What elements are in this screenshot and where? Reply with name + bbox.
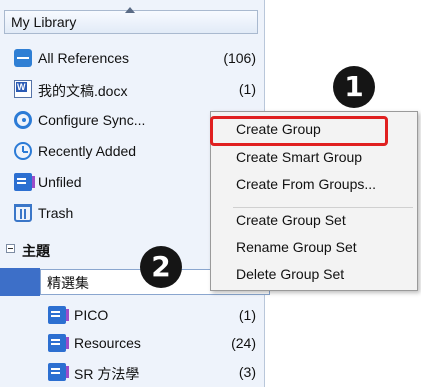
folder-icon <box>14 173 35 191</box>
sidebar-item-word-doc[interactable]: 我的文稿.docx (1) <box>0 76 264 104</box>
step-badge-one: 1 <box>333 66 375 108</box>
folder-icon <box>48 306 69 324</box>
step-badge-two: 2 <box>140 246 182 288</box>
group-item-label: PICO <box>74 307 109 323</box>
collapse-arrow-icon[interactable] <box>125 7 135 13</box>
group-set-label: 主題 <box>22 243 50 259</box>
group-item-sr[interactable]: SR 方法學 (3) <box>0 359 264 387</box>
sidebar-item-label: 我的文稿.docx <box>38 83 128 99</box>
menu-item-create-smart-group[interactable]: Create Smart Group <box>236 149 362 165</box>
group-item-resources[interactable]: Resources (24) <box>0 330 264 358</box>
sidebar-item-label: Trash <box>38 205 74 221</box>
word-doc-icon <box>14 80 32 98</box>
group-item-label: Resources <box>74 335 141 351</box>
menu-separator <box>233 207 413 208</box>
sidebar-item-label: Configure Sync... <box>38 112 146 128</box>
sidebar-item-all-references[interactable]: All References (106) <box>0 45 264 73</box>
menu-item-create-group-set[interactable]: Create Group Set <box>236 212 346 228</box>
item-count: (106) <box>223 50 256 66</box>
item-count: (24) <box>231 335 256 351</box>
folder-icon <box>48 363 69 381</box>
menu-item-rename-group-set[interactable]: Rename Group Set <box>236 239 357 255</box>
trash-icon <box>14 204 32 222</box>
item-count: (3) <box>238 364 256 380</box>
group-item-pico[interactable]: PICO (1) <box>0 302 264 330</box>
recently-added-icon <box>14 142 32 160</box>
my-library-title: My Library <box>11 14 77 30</box>
create-group-highlight <box>210 116 388 146</box>
menu-item-create-from-groups[interactable]: Create From Groups... <box>236 176 376 192</box>
item-count: (1) <box>238 307 256 323</box>
all-references-icon <box>14 49 32 67</box>
menu-item-delete-group-set[interactable]: Delete Group Set <box>236 266 344 282</box>
group-item-label: SR 方法學 <box>74 366 140 382</box>
sync-icon <box>14 111 32 129</box>
sidebar-item-label: Unfiled <box>38 174 82 190</box>
sidebar-item-label: Recently Added <box>38 143 137 159</box>
collapse-toggle-icon[interactable] <box>6 244 15 253</box>
sidebar-item-label: All References <box>38 50 130 66</box>
selected-folder-icon <box>0 268 40 296</box>
my-library-header[interactable]: My Library <box>4 7 258 34</box>
folder-icon <box>48 334 69 352</box>
item-count: (1) <box>238 81 256 97</box>
